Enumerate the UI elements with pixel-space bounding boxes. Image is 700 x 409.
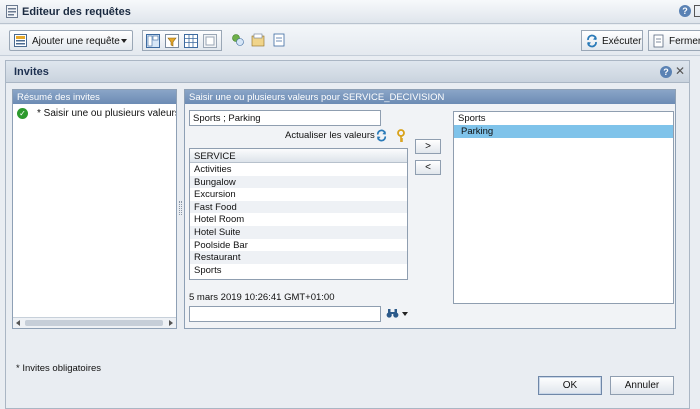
remove-value-button[interactable]: < (415, 160, 441, 175)
prompts-dialog-titlebar: Invites ? ✕ (6, 61, 689, 83)
add-value-button[interactable]: > (415, 139, 441, 154)
close-editor-icon (653, 34, 664, 48)
scroll-left-icon[interactable] (16, 320, 20, 326)
prompt-values-header: Saisir une ou plusieurs valeurs pour SER… (185, 90, 675, 104)
editor-maximize-icon[interactable] (694, 5, 700, 17)
sql-viewer-icon[interactable] (272, 33, 286, 47)
properties-icon[interactable] (203, 34, 217, 48)
editor-title: Editeur des requêtes (22, 6, 131, 18)
list-item[interactable]: Hotel Suite (190, 225, 407, 239)
filter-panel-icon[interactable] (165, 34, 179, 48)
summary-horizontal-scrollbar[interactable] (13, 317, 176, 328)
last-refresh-timestamp: 5 mars 2019 10:26:41 GMT+01:00 (189, 292, 335, 303)
close-editor-label: Fermer (669, 36, 700, 47)
dialog-close-icon[interactable]: ✕ (675, 64, 685, 78)
chevron-down-icon (121, 39, 127, 43)
prompts-dialog-title: Invites (14, 66, 49, 78)
selected-value-item[interactable]: Sports (454, 112, 673, 125)
list-item[interactable]: Excursion (190, 188, 407, 201)
add-query-icon (14, 34, 27, 47)
ok-button[interactable]: OK (538, 376, 602, 395)
list-item[interactable]: Fast Food (190, 200, 407, 214)
query-panel-icon[interactable] (146, 34, 160, 48)
run-query-button[interactable]: Exécuter (581, 30, 643, 51)
editor-titlebar: Editeur des requêtes ? (0, 0, 700, 24)
refresh-run-icon (587, 34, 597, 48)
query-toolbar: Ajouter une requête Exécuter Fermer (0, 25, 700, 56)
search-values-input[interactable] (189, 306, 381, 322)
dialog-help-icon[interactable]: ? (660, 66, 672, 78)
query-editor-icon (6, 5, 18, 18)
refresh-values-link[interactable]: Actualiser les valeurs (285, 130, 375, 141)
service-column-header[interactable]: SERVICE (190, 149, 407, 163)
mandatory-prompts-note: * Invites obligatoires (16, 363, 102, 374)
editor-help-icon[interactable]: ? (679, 5, 691, 17)
run-query-label: Exécuter (602, 36, 642, 47)
prompt-summary-item-label: * Saisir une ou plusieurs valeurs (37, 108, 176, 119)
query-properties-icon[interactable] (251, 33, 265, 47)
scroll-thumb[interactable] (25, 320, 163, 326)
add-query-button[interactable]: Ajouter une requête (9, 30, 133, 51)
binoculars-icon[interactable] (386, 308, 399, 319)
prompt-summary-panel: Résumé des invites ✓ * Saisir une ou plu… (12, 89, 177, 329)
scroll-right-icon[interactable] (169, 320, 173, 326)
cancel-button[interactable]: Annuler (610, 376, 674, 395)
list-item[interactable]: Hotel Room (190, 213, 407, 226)
list-item[interactable]: Restaurant (190, 251, 407, 264)
data-preview-icon[interactable] (184, 34, 198, 48)
prompt-summary-header: Résumé des invites (13, 90, 176, 104)
list-item[interactable]: Activities (190, 163, 407, 176)
check-icon: ✓ (17, 108, 28, 119)
prompt-values-panel: Saisir une ou plusieurs valeurs pour SER… (184, 89, 676, 329)
prompts-dialog: Invites ? ✕ Résumé des invites ✓ * Saisi… (5, 60, 690, 409)
selected-value-item[interactable]: Parking (454, 125, 673, 138)
prompt-value-input[interactable]: Sports ; Parking (189, 110, 381, 126)
combined-query-icon[interactable] (231, 33, 245, 47)
list-item[interactable]: Bungalow (190, 175, 407, 189)
panel-splitter-handle[interactable] (179, 201, 182, 215)
toolbar-view-group (142, 30, 222, 51)
prompt-summary-item[interactable]: ✓ * Saisir une ou plusieurs valeurs (13, 107, 176, 121)
selected-values-list[interactable]: Sports Parking (453, 111, 674, 304)
list-item[interactable]: Poolside Bar (190, 239, 407, 252)
close-editor-button[interactable]: Fermer (648, 30, 700, 51)
search-options-chevron-down-icon[interactable] (402, 312, 408, 316)
refresh-icon[interactable] (375, 129, 388, 142)
key-icon[interactable] (396, 129, 406, 143)
add-query-label: Ajouter une requête (32, 36, 120, 47)
list-item[interactable]: Sports (190, 264, 407, 277)
service-values-list[interactable]: SERVICE Activities Bungalow Excursion Fa… (189, 148, 408, 280)
